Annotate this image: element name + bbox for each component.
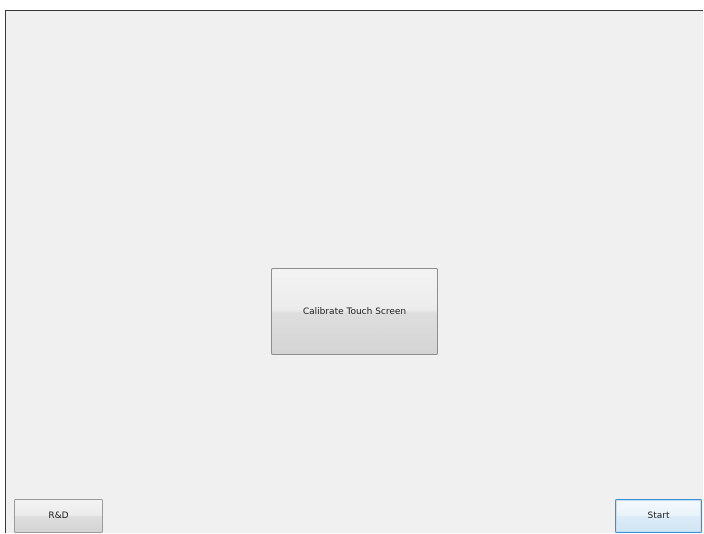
start-label: Start [647,511,670,521]
calibrate-touch-screen-label: Calibrate Touch Screen [302,306,407,317]
rd-button[interactable]: R&D [14,499,103,533]
calibrate-touch-screen-button[interactable]: Calibrate Touch Screen [271,268,438,355]
rd-label: R&D [48,511,69,521]
main-screen: Calibrate Touch Screen R&D Start [5,10,703,533]
start-button[interactable]: Start [615,499,702,533]
